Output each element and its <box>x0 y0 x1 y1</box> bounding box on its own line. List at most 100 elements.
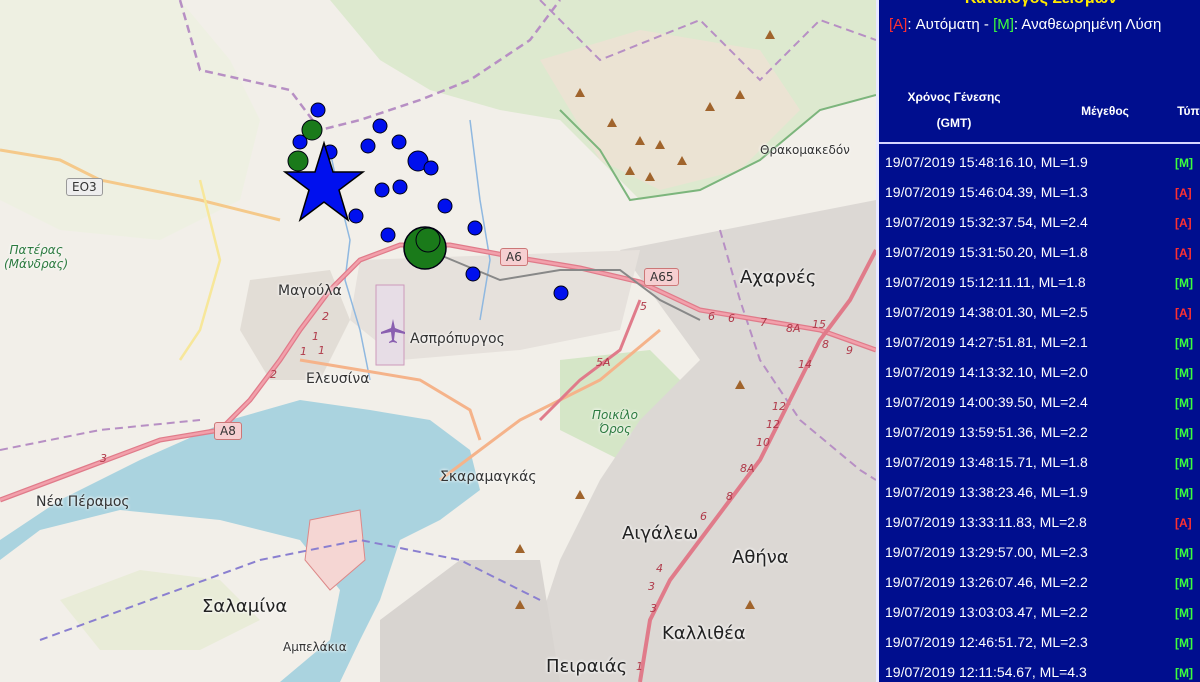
place-athina: Αθήνα <box>732 547 789 568</box>
junction-label: 1 <box>636 660 643 673</box>
map-view[interactable]: Μαγούλα Ασπρόπυργος Ελευσίνα Αχαρνές Σκα… <box>0 0 876 682</box>
event-type: [M] <box>1175 336 1193 350</box>
col-type: Τύπος <box>1177 104 1200 118</box>
event-row[interactable]: 19/07/2019 15:48:16.10, ML=1.9 [M] <box>879 148 1200 178</box>
event-row[interactable]: 19/07/2019 12:11:54.67, ML=4.3 [M] <box>879 658 1200 682</box>
event-row[interactable]: 19/07/2019 15:12:11.11, ML=1.8 [M] <box>879 268 1200 298</box>
event-row[interactable]: 19/07/2019 14:38:01.30, ML=2.5 [A] <box>879 298 1200 328</box>
place-peiraias: Πειραιάς <box>546 656 628 677</box>
event-text[interactable]: 19/07/2019 15:46:04.39, ML=1.3 <box>885 184 1088 200</box>
junction-label: 9 <box>846 344 853 357</box>
place-nea-peramos: Νέα Πέραμος <box>36 494 130 510</box>
event-text[interactable]: 19/07/2019 14:38:01.30, ML=2.5 <box>885 304 1088 320</box>
event-type: [M] <box>1175 366 1193 380</box>
road-shield-a6: Α6 <box>500 248 528 266</box>
place-elefsina: Ελευσίνα <box>306 371 370 387</box>
junction-label: 3 <box>100 452 107 465</box>
place-aigaleo: Αιγάλεω <box>622 523 699 544</box>
event-type: [M] <box>1175 276 1193 290</box>
event-type: [A] <box>1175 516 1192 530</box>
event-row[interactable]: 19/07/2019 13:48:15.71, ML=1.8 [M] <box>879 448 1200 478</box>
junction-label: 6 <box>700 510 707 523</box>
place-kallithea: Καλλιθέα <box>662 623 746 644</box>
event-row[interactable]: 19/07/2019 13:59:51.36, ML=2.2 [M] <box>879 418 1200 448</box>
event-text[interactable]: 19/07/2019 14:27:51.81, ML=2.1 <box>885 334 1088 350</box>
event-type: [A] <box>1175 246 1192 260</box>
event-type: [M] <box>1175 456 1193 470</box>
place-magoula: Μαγούλα <box>278 283 342 299</box>
panel-title: Κατάλογος Σεισμών <box>879 0 1200 8</box>
event-row[interactable]: 19/07/2019 14:27:51.81, ML=2.1 [M] <box>879 328 1200 358</box>
place-poikilo: Ποικίλο Όρος <box>592 408 638 436</box>
event-row[interactable]: 19/07/2019 12:46:51.72, ML=2.3 [M] <box>879 628 1200 658</box>
junction-label: 1 <box>312 330 319 343</box>
event-type: [A] <box>1175 216 1192 230</box>
place-poikilo-sub: Όρος <box>598 422 632 436</box>
road-shield-a65: Α65 <box>644 268 680 286</box>
event-row[interactable]: 19/07/2019 14:00:39.50, ML=2.4 [M] <box>879 388 1200 418</box>
junction-label: 8 <box>726 490 733 503</box>
event-type: [M] <box>1175 156 1193 170</box>
event-text[interactable]: 19/07/2019 13:48:15.71, ML=1.8 <box>885 454 1088 470</box>
event-row[interactable]: 19/07/2019 13:29:57.00, ML=2.3 [M] <box>879 538 1200 568</box>
event-text[interactable]: 19/07/2019 13:33:11.83, ML=2.8 <box>885 514 1087 530</box>
event-text[interactable]: 19/07/2019 13:26:07.46, ML=2.2 <box>885 574 1088 590</box>
col-time-line2: (GMT) <box>936 116 972 130</box>
col-time: Χρόνος Γένεσης (GMT) <box>899 90 1009 130</box>
event-type: [A] <box>1175 186 1192 200</box>
event-text[interactable]: 19/07/2019 13:38:23.46, ML=1.9 <box>885 484 1088 500</box>
event-row[interactable]: 19/07/2019 15:32:37.54, ML=2.4 [A] <box>879 208 1200 238</box>
event-text[interactable]: 19/07/2019 15:48:16.10, ML=1.9 <box>885 154 1088 170</box>
event-text[interactable]: 19/07/2019 15:12:11.11, ML=1.8 <box>885 274 1086 290</box>
junction-label: 7 <box>760 316 767 329</box>
event-type: [M] <box>1175 426 1193 440</box>
event-type: [A] <box>1175 306 1192 320</box>
event-text[interactable]: 19/07/2019 12:11:54.67, ML=4.3 <box>885 664 1087 680</box>
event-type: [M] <box>1175 546 1193 560</box>
event-text[interactable]: 19/07/2019 13:59:51.36, ML=2.2 <box>885 424 1088 440</box>
event-text[interactable]: 19/07/2019 12:46:51.72, ML=2.3 <box>885 634 1088 650</box>
place-pateras-sub: (Μάνδρας) <box>4 257 69 271</box>
event-type: [M] <box>1175 396 1193 410</box>
junction-label: 6 <box>708 310 715 323</box>
place-thrakomakedones: Θρακομακεδόν <box>760 143 850 157</box>
event-text[interactable]: 19/07/2019 14:00:39.50, ML=2.4 <box>885 394 1088 410</box>
junction-label: 8Α <box>786 322 801 335</box>
junction-label: 4 <box>656 562 663 575</box>
junction-label: 10 <box>756 436 770 449</box>
event-row[interactable]: 19/07/2019 13:33:11.83, ML=2.8 [A] <box>879 508 1200 538</box>
event-row[interactable]: 19/07/2019 13:03:03.47, ML=2.2 [M] <box>879 598 1200 628</box>
place-pateras: Πατέρας (Μάνδρας) <box>4 243 68 271</box>
event-text[interactable]: 19/07/2019 15:31:50.20, ML=1.8 <box>885 244 1088 260</box>
junction-label: 3 <box>648 580 655 593</box>
event-type: [M] <box>1175 636 1193 650</box>
event-text[interactable]: 19/07/2019 13:03:03.47, ML=2.2 <box>885 604 1088 620</box>
junction-label: 5 <box>640 300 647 313</box>
event-text[interactable]: 19/07/2019 13:29:57.00, ML=2.3 <box>885 544 1088 560</box>
junction-label: 8 <box>822 338 829 351</box>
place-pateras-name: Πατέρας <box>9 243 63 257</box>
junction-label: 8Α <box>740 462 755 475</box>
place-poikilo-name: Ποικίλο <box>592 408 639 422</box>
col-magnitude: Μέγεθος <box>1081 104 1129 118</box>
event-text[interactable]: 19/07/2019 14:13:32.10, ML=2.0 <box>885 364 1088 380</box>
event-row[interactable]: 19/07/2019 13:26:07.46, ML=2.2 [M] <box>879 568 1200 598</box>
event-row[interactable]: 19/07/2019 14:13:32.10, ML=2.0 [M] <box>879 358 1200 388</box>
event-row[interactable]: 19/07/2019 15:46:04.39, ML=1.3 [A] <box>879 178 1200 208</box>
legend-manual-tag: [M] <box>993 16 1014 33</box>
legend-manual-label: : Αναθεωρημένη Λύση <box>1013 16 1162 33</box>
event-type: [M] <box>1175 486 1193 500</box>
junction-label: 1 <box>318 344 325 357</box>
event-type: [M] <box>1175 576 1193 590</box>
event-text[interactable]: 19/07/2019 15:32:37.54, ML=2.4 <box>885 214 1088 230</box>
legend-auto-tag: [A] <box>889 16 908 33</box>
event-row[interactable]: 19/07/2019 15:31:50.20, ML=1.8 [A] <box>879 238 1200 268</box>
place-salamina: Σαλαμίνα <box>202 596 288 617</box>
road-shield-eo3: ΕΟ3 <box>66 178 103 196</box>
junction-label: 15 <box>812 318 826 331</box>
place-ampelakia: Αμπελάκια <box>283 640 347 654</box>
legend-auto-label: : Αυτόματη - <box>907 16 994 33</box>
junction-label: 6 <box>728 312 735 325</box>
event-row[interactable]: 19/07/2019 13:38:23.46, ML=1.9 [M] <box>879 478 1200 508</box>
event-type: [M] <box>1175 666 1193 680</box>
